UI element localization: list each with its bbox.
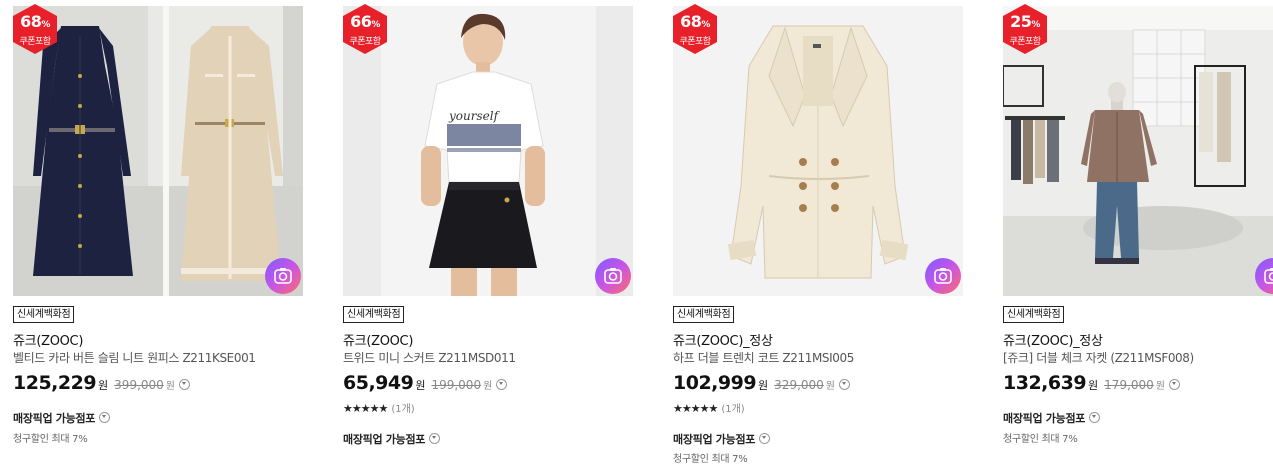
product-grid: 68% 쿠폰포함 신세계백화점 쥬크(ZOOC) 벨티드 카라 버튼 슬림 니트…: [0, 0, 1273, 464]
discount-badge: 68% 쿠폰포함: [673, 4, 717, 54]
store-tag: 신세계백화점: [673, 306, 735, 323]
coupon-label: 쿠폰포함: [349, 37, 381, 47]
sale-price: 102,999: [673, 372, 757, 394]
price-row: 102,999 원 329,000 원: [673, 372, 850, 394]
discount-badge: 68% 쿠폰포함: [13, 4, 57, 54]
price-info-chevron-icon[interactable]: [179, 379, 190, 390]
pickup-label: 매장픽업 가능점포: [13, 412, 96, 425]
price-row: 65,949 원 199,000 원: [343, 372, 508, 394]
product-name[interactable]: 하프 더블 트렌치 코트 Z211MSI005: [673, 349, 854, 366]
brand-name[interactable]: 쥬크(ZOOC): [13, 330, 83, 349]
coupon-label: 쿠폰포함: [679, 37, 711, 47]
original-price: 199,000: [431, 378, 482, 392]
review-count: (1개): [391, 404, 415, 415]
price-row: 125,229 원 399,000 원: [13, 372, 190, 394]
discount-rate: 68: [20, 12, 42, 31]
store-tag: 신세계백화점: [343, 306, 405, 323]
product-name[interactable]: [쥬크] 더블 체크 자켓 (Z211MSF008): [1003, 349, 1194, 366]
store-pickup-info[interactable]: 매장픽업 가능점포: [1003, 410, 1101, 426]
store-tag: 신세계백화점: [13, 306, 75, 323]
original-price-unit: 원: [165, 381, 175, 392]
product-card[interactable]: 25% 쿠폰포함 신세계백화점 쥬크(ZOOC)_정상 [쥬크] 더블 체크 자…: [1003, 0, 1273, 464]
store-pickup-info[interactable]: 매장픽업 가능점포: [13, 410, 111, 426]
pickup-label: 매장픽업 가능점포: [673, 433, 756, 446]
discount-rate: 68: [680, 12, 702, 31]
product-name[interactable]: 트위드 미니 스커트 Z211MSD011: [343, 349, 516, 366]
camera-icon: [274, 268, 292, 284]
camera-search-button[interactable]: [595, 258, 631, 294]
card-discount-note: 청구할인 최대 7%: [13, 434, 88, 445]
rating[interactable]: ★★★★★ (1개): [673, 400, 745, 415]
brand-name[interactable]: 쥬크(ZOOC)_정상: [673, 330, 773, 349]
star-rating-icon: ★★★★★: [673, 402, 718, 415]
camera-icon: [934, 268, 952, 284]
price-info-chevron-icon[interactable]: [496, 379, 508, 390]
pickup-label: 매장픽업 가능점포: [1003, 412, 1086, 425]
original-price-unit: 원: [825, 381, 835, 392]
review-count: (1개): [721, 404, 745, 415]
product-card[interactable]: 68% 쿠폰포함 신세계백화점 쥬크(ZOOC)_정상 하프 더블 트렌치 코트…: [673, 0, 965, 464]
store-pickup-info[interactable]: 매장픽업 가능점포: [343, 431, 441, 447]
price-unit: 원: [415, 379, 426, 392]
pickup-chevron-icon[interactable]: [99, 412, 111, 423]
price-info-chevron-icon[interactable]: [839, 379, 850, 390]
discount-rate: 66: [350, 12, 372, 31]
sale-price: 132,639: [1003, 372, 1087, 394]
price-info-chevron-icon[interactable]: [1169, 379, 1180, 390]
pickup-chevron-icon[interactable]: [1089, 412, 1101, 423]
svg-text:yourself: yourself: [448, 109, 501, 123]
product-card[interactable]: 68% 쿠폰포함 신세계백화점 쥬크(ZOOC) 벨티드 카라 버튼 슬림 니트…: [13, 0, 305, 464]
coupon-label: 쿠폰포함: [19, 37, 51, 47]
price-unit: 원: [1088, 379, 1099, 392]
price-unit: 원: [758, 379, 769, 392]
price-unit: 원: [98, 379, 109, 392]
price-row: 132,639 원 179,000 원: [1003, 372, 1180, 394]
pickup-chevron-icon[interactable]: [759, 433, 771, 444]
original-price: 179,000: [1104, 378, 1154, 392]
original-price-unit: 원: [1155, 381, 1165, 392]
pickup-chevron-icon[interactable]: [429, 433, 441, 444]
camera-icon: [1264, 268, 1273, 284]
brand-name[interactable]: 쥬크(ZOOC): [343, 330, 413, 349]
product-card[interactable]: yourself 66% 쿠폰포함 신세계백화점 쥬크(ZOOC) 트위드 미니…: [343, 0, 635, 464]
store-tag: 신세계백화점: [1003, 306, 1065, 323]
store-pickup-info[interactable]: 매장픽업 가능점포: [673, 431, 771, 447]
rating[interactable]: ★★★★★ (1개): [343, 400, 415, 415]
discount-badge: 25% 쿠폰포함: [1003, 4, 1047, 54]
pickup-label: 매장픽업 가능점포: [343, 433, 426, 446]
discount-rate: 25: [1010, 12, 1032, 31]
camera-search-button[interactable]: [265, 258, 301, 294]
card-discount-note: 청구할인 최대 7%: [673, 454, 748, 464]
camera-icon: [604, 268, 622, 284]
star-rating-icon: ★★★★★: [343, 402, 388, 415]
product-name[interactable]: 벨티드 카라 버튼 슬림 니트 원피스 Z211KSE001: [13, 349, 256, 366]
camera-search-button[interactable]: [925, 258, 961, 294]
original-price-unit: 원: [483, 381, 493, 392]
coupon-label: 쿠폰포함: [1009, 37, 1041, 47]
brand-name[interactable]: 쥬크(ZOOC)_정상: [1003, 330, 1103, 349]
sale-price: 65,949: [343, 372, 414, 394]
discount-badge: 66% 쿠폰포함: [343, 4, 387, 54]
sale-price: 125,229: [13, 372, 97, 394]
original-price: 399,000: [114, 378, 164, 392]
original-price: 329,000: [774, 378, 824, 392]
card-discount-note: 청구할인 최대 7%: [1003, 434, 1078, 445]
